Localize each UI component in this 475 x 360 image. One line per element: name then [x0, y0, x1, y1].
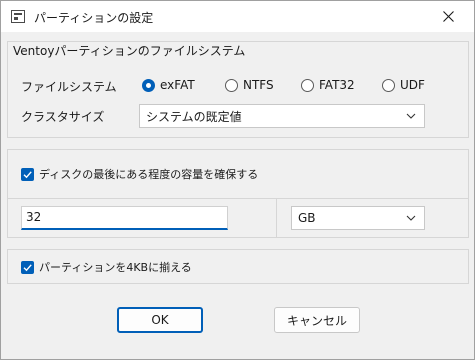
cancel-button[interactable]: キャンセル — [274, 307, 360, 333]
reserve-space-label: ディスクの最後にある程度の容量を確保する — [39, 168, 259, 181]
align-4kb-checkbox[interactable]: パーティションを4KBに揃える — [21, 259, 192, 275]
align-4kb-label: パーティションを4KBに揃える — [39, 261, 192, 274]
filesystem-group-legend: Ventoyパーティションのファイルシステム — [11, 42, 248, 59]
reserve-size-input[interactable]: 32 — [21, 206, 228, 230]
partition-settings-dialog: パーティションの設定 Ventoyパーティションのファイルシステム ファイルシス… — [0, 0, 475, 360]
radio-fat32-label: FAT32 — [319, 78, 355, 92]
radio-ntfs-label: NTFS — [243, 78, 274, 92]
radio-indicator-ntfs — [225, 78, 238, 92]
ok-button[interactable]: OK — [117, 307, 203, 333]
chevron-down-icon — [406, 215, 416, 221]
cluster-size-select[interactable]: システムの既定値 — [139, 104, 425, 128]
radio-udf[interactable]: UDF — [382, 77, 425, 93]
filesystem-label: ファイルシステム — [21, 80, 117, 94]
radio-indicator-fat32 — [301, 78, 314, 92]
radio-fat32[interactable]: FAT32 — [301, 77, 355, 93]
radio-indicator-exfat — [142, 78, 155, 92]
reserve-unit-select[interactable]: GB — [291, 206, 425, 230]
chevron-down-icon — [406, 113, 416, 119]
cluster-size-value: システムの既定値 — [146, 109, 242, 124]
align-checkbox-box — [21, 260, 34, 274]
window-title: パーティションの設定 — [34, 11, 154, 25]
reserve-unit-value: GB — [298, 211, 316, 225]
checkmark-icon — [23, 170, 32, 178]
close-button[interactable] — [425, 1, 471, 32]
checkmark-icon — [23, 263, 32, 271]
reserve-space-checkbox[interactable]: ディスクの最後にある程度の容量を確保する — [21, 166, 258, 182]
radio-exfat[interactable]: exFAT — [142, 77, 195, 93]
title-bar[interactable]: パーティションの設定 — [1, 1, 474, 32]
radio-indicator-udf — [382, 78, 395, 92]
radio-exfat-label: exFAT — [160, 78, 195, 92]
reserve-checkbox-box — [21, 167, 34, 181]
radio-udf-label: UDF — [400, 78, 425, 92]
window-icon — [11, 10, 25, 23]
close-icon — [442, 11, 454, 22]
cluster-size-label: クラスタサイズ — [21, 110, 105, 124]
radio-ntfs[interactable]: NTFS — [225, 77, 274, 93]
